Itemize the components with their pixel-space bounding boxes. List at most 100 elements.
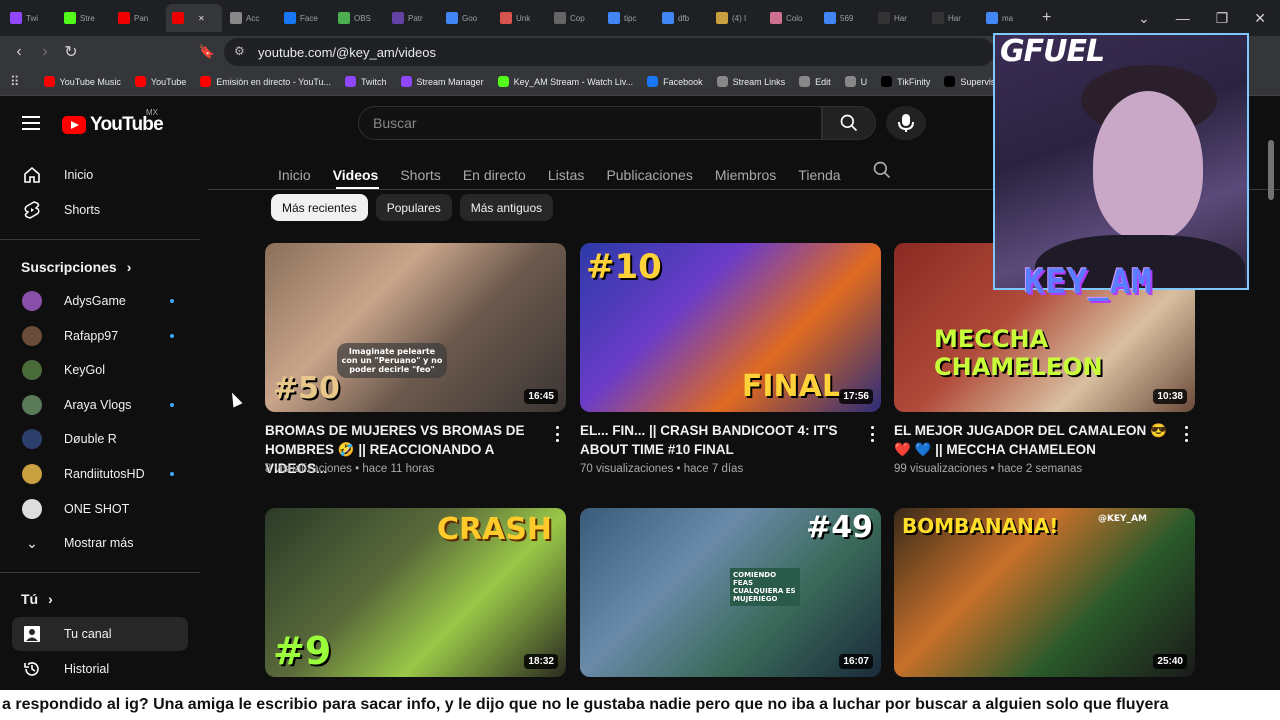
video-thumbnail[interactable]: #9 CRASH 18:32 <box>265 508 566 677</box>
tab-listas[interactable]: Listas <box>548 167 585 183</box>
bookmark-item[interactable]: Facebook <box>647 76 703 87</box>
browser-tab[interactable]: 569 <box>818 4 870 32</box>
forward-button[interactable]: › <box>32 43 58 61</box>
subscription-item[interactable]: ONE SHOT <box>12 492 188 526</box>
browser-tab[interactable]: Unk <box>494 4 546 32</box>
logo-text: YouTube <box>90 114 164 135</box>
bookmark-favicon-icon <box>716 76 728 87</box>
close-tab-icon[interactable]: ✕ <box>198 14 205 23</box>
bookmark-icon[interactable]: 🔖 <box>194 44 220 60</box>
new-tab-button[interactable]: + <box>1042 9 1051 27</box>
subscription-item[interactable]: AdysGame <box>12 284 188 318</box>
tab-inicio[interactable]: Inicio <box>278 167 311 183</box>
tab-favicon-icon <box>986 12 998 24</box>
sidebar-item-shorts[interactable]: Shorts <box>12 193 188 227</box>
browser-tab[interactable]: (4) I <box>710 4 762 32</box>
site-info-icon[interactable]: ⚙ <box>234 44 245 58</box>
video-thumbnail[interactable]: BOMBANANA! @KEY_AM 25:40 <box>894 508 1195 677</box>
more-actions-icon[interactable] <box>866 426 878 442</box>
bookmark-item[interactable]: Edit <box>799 76 831 87</box>
you-header[interactable]: Tú › <box>21 591 53 607</box>
maximize-button[interactable]: ❐ <box>1216 10 1229 27</box>
video-title[interactable]: EL MEJOR JUGADOR DEL CAMALEON 😎 ❤️ 💙 || … <box>894 421 1176 459</box>
page-scrollbar[interactable] <box>1268 140 1274 200</box>
sort-chip[interactable]: Más recientes <box>271 194 368 221</box>
channel-search-icon[interactable] <box>872 160 892 185</box>
sidebar-item-your-channel[interactable]: Tu canal <box>12 617 188 651</box>
browser-tab[interactable]: OBS <box>332 4 384 32</box>
bookmark-item[interactable]: Twitch <box>345 76 387 87</box>
history-icon <box>22 659 42 679</box>
close-window-button[interactable]: ✕ <box>1254 10 1266 27</box>
bookmark-label: Stream Links <box>732 76 786 87</box>
bookmark-item[interactable]: Emisión en directo - YouTu... <box>200 76 331 87</box>
reload-button[interactable]: ↻ <box>58 42 84 62</box>
back-button[interactable]: ‹ <box>6 43 32 61</box>
video-thumbnail[interactable]: #10 FINAL 17:56 <box>580 243 881 412</box>
tab-videos[interactable]: Videos <box>333 167 379 183</box>
channel-icon <box>22 624 42 644</box>
sort-chip[interactable]: Populares <box>375 194 452 221</box>
sidebar-item-history[interactable]: Historial <box>12 652 188 686</box>
sort-chip[interactable]: Más antiguos <box>459 194 554 221</box>
bookmark-item[interactable]: YouTube <box>134 76 186 87</box>
bookmark-favicon-icon <box>647 76 659 87</box>
subscription-item[interactable]: Araya Vlogs <box>12 388 188 422</box>
tab-label: Pan <box>134 13 149 23</box>
tab-tienda[interactable]: Tienda <box>798 167 840 183</box>
menu-icon[interactable] <box>22 116 40 130</box>
sidebar-divider <box>0 572 200 573</box>
youtube-logo[interactable]: YouTube MX <box>62 108 164 136</box>
search-button[interactable] <box>822 106 876 140</box>
sidebar: Inicio Shorts Suscripciones › AdysGame Ra… <box>0 152 200 688</box>
subscriptions-header[interactable]: Suscripciones › <box>21 259 131 275</box>
tab-search-icon[interactable]: ⌄ <box>1138 10 1150 27</box>
tab-favicon-icon <box>662 12 674 24</box>
browser-tab[interactable]: ma <box>980 4 1032 32</box>
browser-tab[interactable]: Har <box>872 4 924 32</box>
bookmark-item[interactable]: Stream Manager <box>400 76 484 87</box>
sidebar-item-inicio[interactable]: Inicio <box>12 158 188 192</box>
bookmark-item[interactable]: TikFinity <box>881 76 930 87</box>
tab-label: Twi <box>26 13 38 23</box>
tab-en-directo[interactable]: En directo <box>463 167 526 183</box>
address-bar[interactable]: ⚙ youtube.com/@key_am/videos <box>224 38 994 66</box>
tab-publicaciones[interactable]: Publicaciones <box>606 167 692 183</box>
browser-tab[interactable]: Patr <box>386 4 438 32</box>
apps-icon[interactable]: ⠿ <box>10 74 20 90</box>
bookmark-favicon-icon <box>134 76 146 87</box>
tab-miembros[interactable]: Miembros <box>715 167 776 183</box>
tab-shorts[interactable]: Shorts <box>400 167 440 183</box>
subscription-item[interactable]: KeyGol <box>12 353 188 387</box>
video-title[interactable]: EL... FIN... || CRASH BANDICOOT 4: IT'S … <box>580 421 862 459</box>
bookmark-item[interactable]: YouTube Music <box>43 76 121 87</box>
bookmark-item[interactable]: U <box>844 76 867 87</box>
browser-tab[interactable]: tipc <box>602 4 654 32</box>
minimize-button[interactable]: — <box>1176 10 1190 26</box>
browser-tab[interactable]: Colo <box>764 4 816 32</box>
browser-tab[interactable]: Pan <box>112 4 164 32</box>
subscription-item[interactable]: RandiitutosHD <box>12 457 188 491</box>
subscription-item[interactable]: Døuble R <box>12 422 188 456</box>
browser-tab[interactable]: Goo <box>440 4 492 32</box>
browser-tab[interactable]: Twi <box>4 4 56 32</box>
browser-tab[interactable]: Stre <box>58 4 110 32</box>
browser-tab[interactable]: Face <box>278 4 330 32</box>
video-thumbnail[interactable]: #50 Imaginate pelearte con un "Peruano" y… <box>265 243 566 412</box>
browser-tab[interactable]: ✕ <box>166 4 222 32</box>
more-actions-icon[interactable] <box>1180 426 1192 442</box>
voice-search-button[interactable] <box>886 106 926 140</box>
browser-tab[interactable]: Har <box>926 4 978 32</box>
video-thumbnail[interactable]: #49 COMIENDO FEAS CUALQUIERA ES MUJERIEGO… <box>580 508 881 677</box>
bookmark-item[interactable]: Stream Links <box>716 76 786 87</box>
browser-tab[interactable]: Cop <box>548 4 600 32</box>
subscription-item[interactable]: Rafapp97 <box>12 319 188 353</box>
bookmark-item[interactable]: Key_AM Stream - Watch Liv... <box>497 76 633 87</box>
more-actions-icon[interactable] <box>551 426 563 442</box>
browser-tab[interactable]: Acc <box>224 4 276 32</box>
thumbnail-overlay-text: BOMBANANA! <box>902 514 1059 538</box>
search-input[interactable]: Buscar <box>358 106 822 140</box>
show-more-button[interactable]: ⌄ Mostrar más <box>12 526 188 560</box>
tab-label: Colo <box>786 13 803 23</box>
browser-tab[interactable]: dfb <box>656 4 708 32</box>
